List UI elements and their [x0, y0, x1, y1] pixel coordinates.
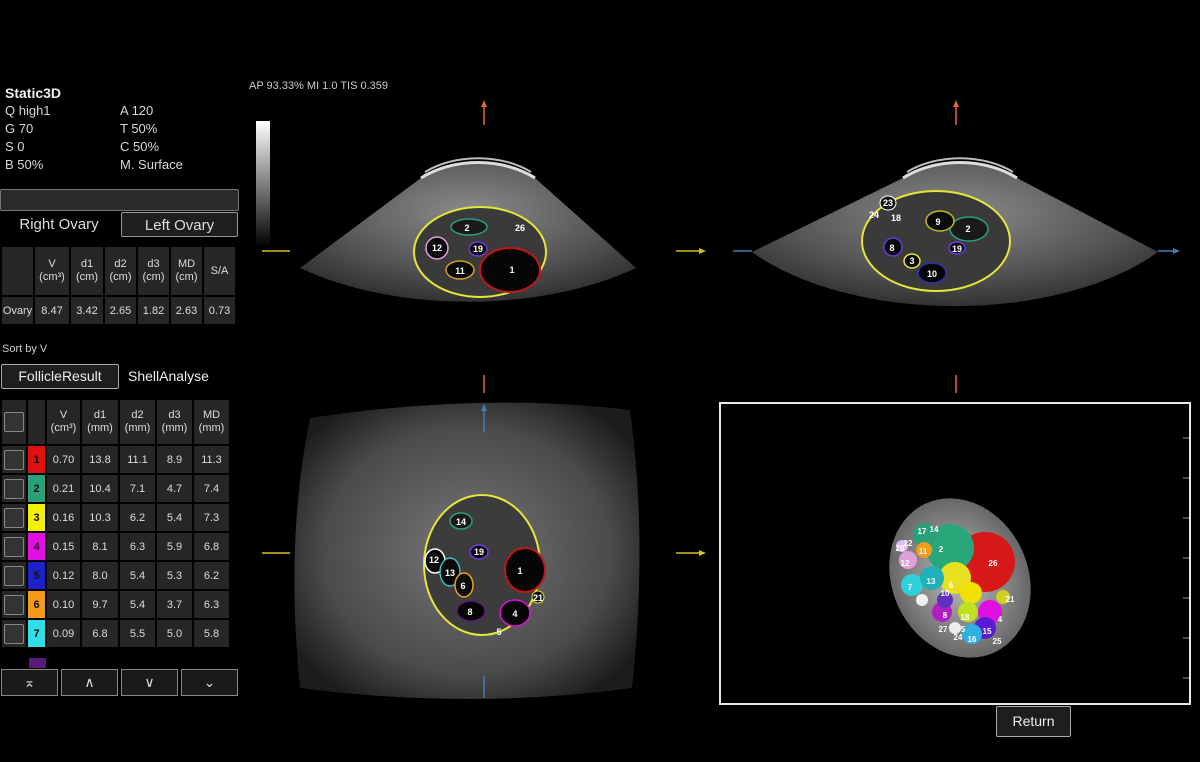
- follicle-label: 24: [869, 210, 879, 220]
- follicle-label: 8: [889, 243, 894, 253]
- follicle-label: 1: [509, 265, 514, 275]
- follicle-label: 14: [930, 525, 939, 534]
- follicle-label: 6: [949, 581, 954, 590]
- follicle-label: 2: [464, 223, 469, 233]
- follicle-label: 21: [533, 593, 543, 603]
- follicle-label: 26: [989, 559, 998, 568]
- view-c-coronal[interactable]: [294, 402, 640, 699]
- grayscale-bar: [256, 121, 270, 247]
- follicle-label: 19: [474, 547, 484, 557]
- follicle-label: 21: [1006, 595, 1015, 604]
- follicle-label: 10: [927, 269, 937, 279]
- follicle-label: 22: [904, 539, 913, 548]
- follicle-label: 23: [883, 198, 893, 208]
- follicle-label: 20: [896, 544, 905, 553]
- follicle-label: 24: [954, 633, 963, 642]
- follicle-label: 27: [939, 625, 948, 634]
- follicle-label: 10: [941, 589, 950, 598]
- follicle-label: 12: [901, 559, 910, 568]
- follicle-label: 2: [939, 545, 944, 554]
- follicle-label: 4: [512, 609, 517, 619]
- follicle-label: 13: [927, 577, 936, 586]
- follicle-label: 19: [952, 244, 962, 254]
- follicle-label: 19: [473, 244, 483, 254]
- follicle-label: 13: [445, 568, 455, 578]
- follicle-label: 26: [515, 223, 525, 233]
- view-b-transverse[interactable]: [752, 157, 1158, 307]
- follicle-label: 8: [467, 607, 472, 617]
- follicle-label: 8: [943, 611, 948, 620]
- follicle-label: 3: [909, 256, 914, 266]
- follicle-label: 6: [460, 581, 465, 591]
- follicle-label: 15: [983, 627, 992, 636]
- follicle-label: 4: [998, 615, 1003, 624]
- follicle-label: 11: [919, 547, 928, 556]
- follicle-label: 2: [965, 224, 970, 234]
- follicle-label: 18: [961, 613, 970, 622]
- follicle-label: 17: [918, 527, 927, 536]
- follicle-label: 7: [908, 583, 913, 592]
- follicle-label: 18: [891, 213, 901, 223]
- follicle-label: 9: [935, 217, 940, 227]
- follicle-label: 16: [968, 635, 977, 644]
- follicle-label: 5: [496, 627, 501, 637]
- follicle-label: 1: [517, 566, 522, 576]
- follicle-label: 12: [432, 243, 442, 253]
- follicle-label: 12: [429, 555, 439, 565]
- return-button[interactable]: Return: [996, 706, 1071, 737]
- follicle-label: 25: [993, 637, 1002, 646]
- imaging-views: 2 2612 1911 1 2324 18 928 19310 1412191361218 4…: [256, 100, 1191, 705]
- follicle-label: 11: [455, 266, 465, 276]
- follicle-label: 14: [456, 517, 466, 527]
